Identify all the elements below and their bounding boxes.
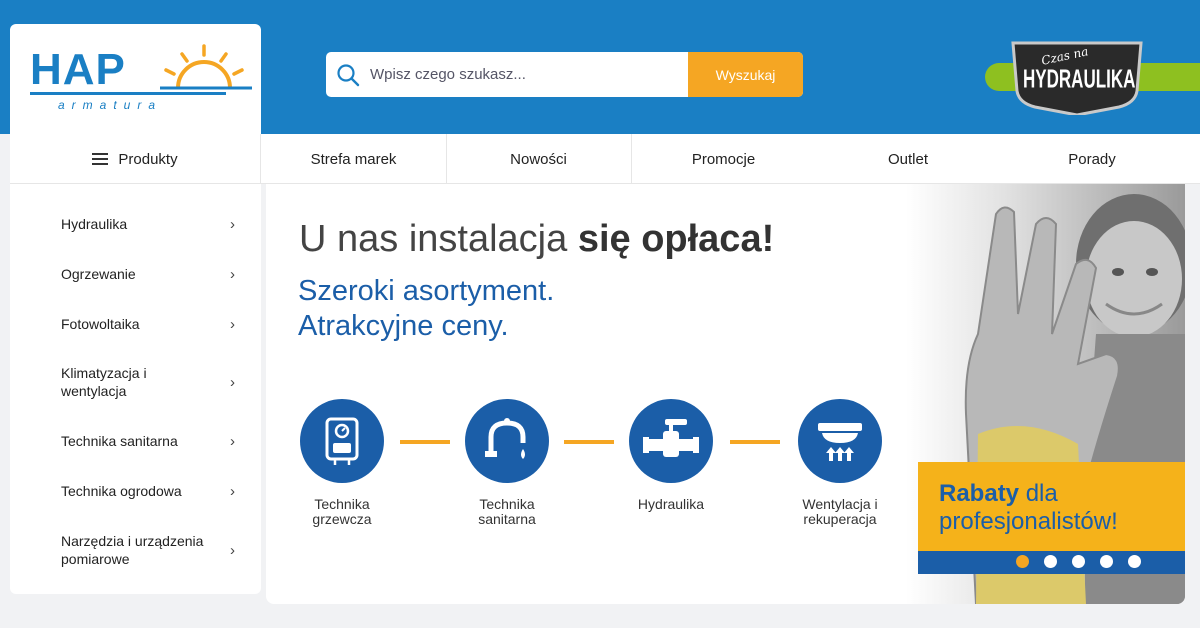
category-hydraulika: Hydraulika [616, 399, 726, 512]
slider-dot[interactable] [1016, 555, 1029, 568]
slider-dots [1016, 555, 1141, 568]
category-sidebar: Hydraulika › Ogrzewanie › Fotowoltaika ›… [10, 184, 261, 594]
vent-icon [798, 399, 882, 483]
sidebar-item-klimatyzacja[interactable]: Klimatyzacja i wentylacja › [10, 359, 261, 405]
promo-line2: profesjonalistów! [939, 508, 1118, 535]
sun-icon [160, 44, 252, 90]
hydraulika-badge[interactable]: Czas na HYDRAULIKA [985, 35, 1200, 115]
sidebar-item-ogrzewanie[interactable]: Ogrzewanie › [10, 254, 261, 294]
category-label: Technika sanitarna [478, 496, 536, 527]
nav-item-promocje[interactable]: Promocje [631, 134, 816, 184]
nav-item-nowosci[interactable]: Nowości [446, 134, 631, 184]
sidebar-item-label: Klimatyzacja i wentylacja [61, 365, 147, 399]
chevron-right-icon: › [230, 373, 235, 391]
main-nav: Produkty Strefa marek Nowości Promocje O… [10, 134, 1200, 184]
banner-title: U nas instalacja się opłaca! [299, 218, 774, 261]
faucet-icon [465, 399, 549, 483]
sidebar-item-hydraulika[interactable]: Hydraulika › [10, 204, 261, 244]
menu-icon [92, 153, 109, 165]
sidebar-item-label: Technika sanitarna [61, 433, 178, 449]
logo-subtitle: armatura [58, 98, 163, 112]
slider-dot[interactable] [1128, 555, 1141, 568]
hero-banner[interactable]: U nas instalacja się opłaca! Szeroki aso… [266, 184, 1185, 604]
sidebar-item-narzedzia[interactable]: Narzędzia i urządzenia pomiarowe › [10, 527, 261, 573]
search-icon[interactable] [336, 63, 360, 87]
category-technika-sanitarna: Technika sanitarna [452, 399, 562, 527]
search-bar: Wyszukaj [326, 52, 803, 97]
search-input[interactable] [370, 52, 688, 97]
slider-dot[interactable] [1100, 555, 1113, 568]
connector-line [730, 440, 780, 444]
slider-dot[interactable] [1044, 555, 1057, 568]
chevron-right-icon: › [230, 215, 235, 233]
connector-line [400, 440, 450, 444]
products-label: Produkty [118, 150, 178, 168]
category-label: Technika grzewcza [312, 496, 372, 527]
sidebar-item-technika-ogrodowa[interactable]: Technika ogrodowa › [10, 471, 261, 511]
chevron-right-icon: › [230, 482, 235, 500]
category-label: Hydraulika [637, 496, 705, 512]
products-menu-button[interactable]: Produkty [10, 134, 261, 184]
category-wentylacja: Wentylacja i rekuperacja [785, 399, 895, 527]
chevron-right-icon: › [230, 315, 235, 333]
sidebar-item-technika-sanitarna[interactable]: Technika sanitarna › [10, 421, 261, 461]
banner-title-bold: się opłaca! [577, 218, 775, 260]
banner-subtitle-1: Szeroki asortyment. [298, 275, 555, 307]
logo-text: HAP [30, 45, 126, 94]
logo-underline [30, 92, 226, 95]
category-technika-grzewcza: Technika grzewcza [287, 399, 397, 527]
slider-dot[interactable] [1072, 555, 1085, 568]
sidebar-item-label: Hydraulika [61, 216, 128, 232]
search-button[interactable]: Wyszukaj [688, 52, 803, 97]
sidebar-item-label: Narzędzia i urządzenia pomiarowe [61, 533, 204, 567]
connector-line [564, 440, 614, 444]
promo-regular: dla [1019, 480, 1058, 507]
nav-item-outlet[interactable]: Outlet [816, 134, 1000, 184]
chevron-right-icon: › [230, 432, 235, 450]
banner-subtitle-2: Atrakcyjne ceny. [298, 310, 509, 342]
banner-title-regular: U nas instalacja [299, 218, 578, 260]
nav-item-porady[interactable]: Porady [1000, 134, 1184, 184]
chevron-right-icon: › [230, 541, 235, 559]
sidebar-item-label: Ogrzewanie [61, 266, 136, 282]
promo-text: Rabaty dla profesjonalistów! [939, 480, 1118, 536]
badge-main-text: HYDRAULIKA [1023, 65, 1136, 94]
sidebar-item-fotowoltaika[interactable]: Fotowoltaika › [10, 304, 261, 344]
valve-icon [629, 399, 713, 483]
promo-bold: Rabaty [939, 480, 1020, 507]
sidebar-item-label: Technika ogrodowa [61, 483, 182, 499]
chevron-right-icon: › [230, 265, 235, 283]
boiler-icon [300, 399, 384, 483]
category-label: Wentylacja i rekuperacja [802, 496, 878, 527]
nav-item-strefa-marek[interactable]: Strefa marek [261, 134, 446, 184]
logo[interactable]: HAP armatura [10, 24, 261, 134]
sidebar-item-label: Fotowoltaika [61, 316, 140, 332]
